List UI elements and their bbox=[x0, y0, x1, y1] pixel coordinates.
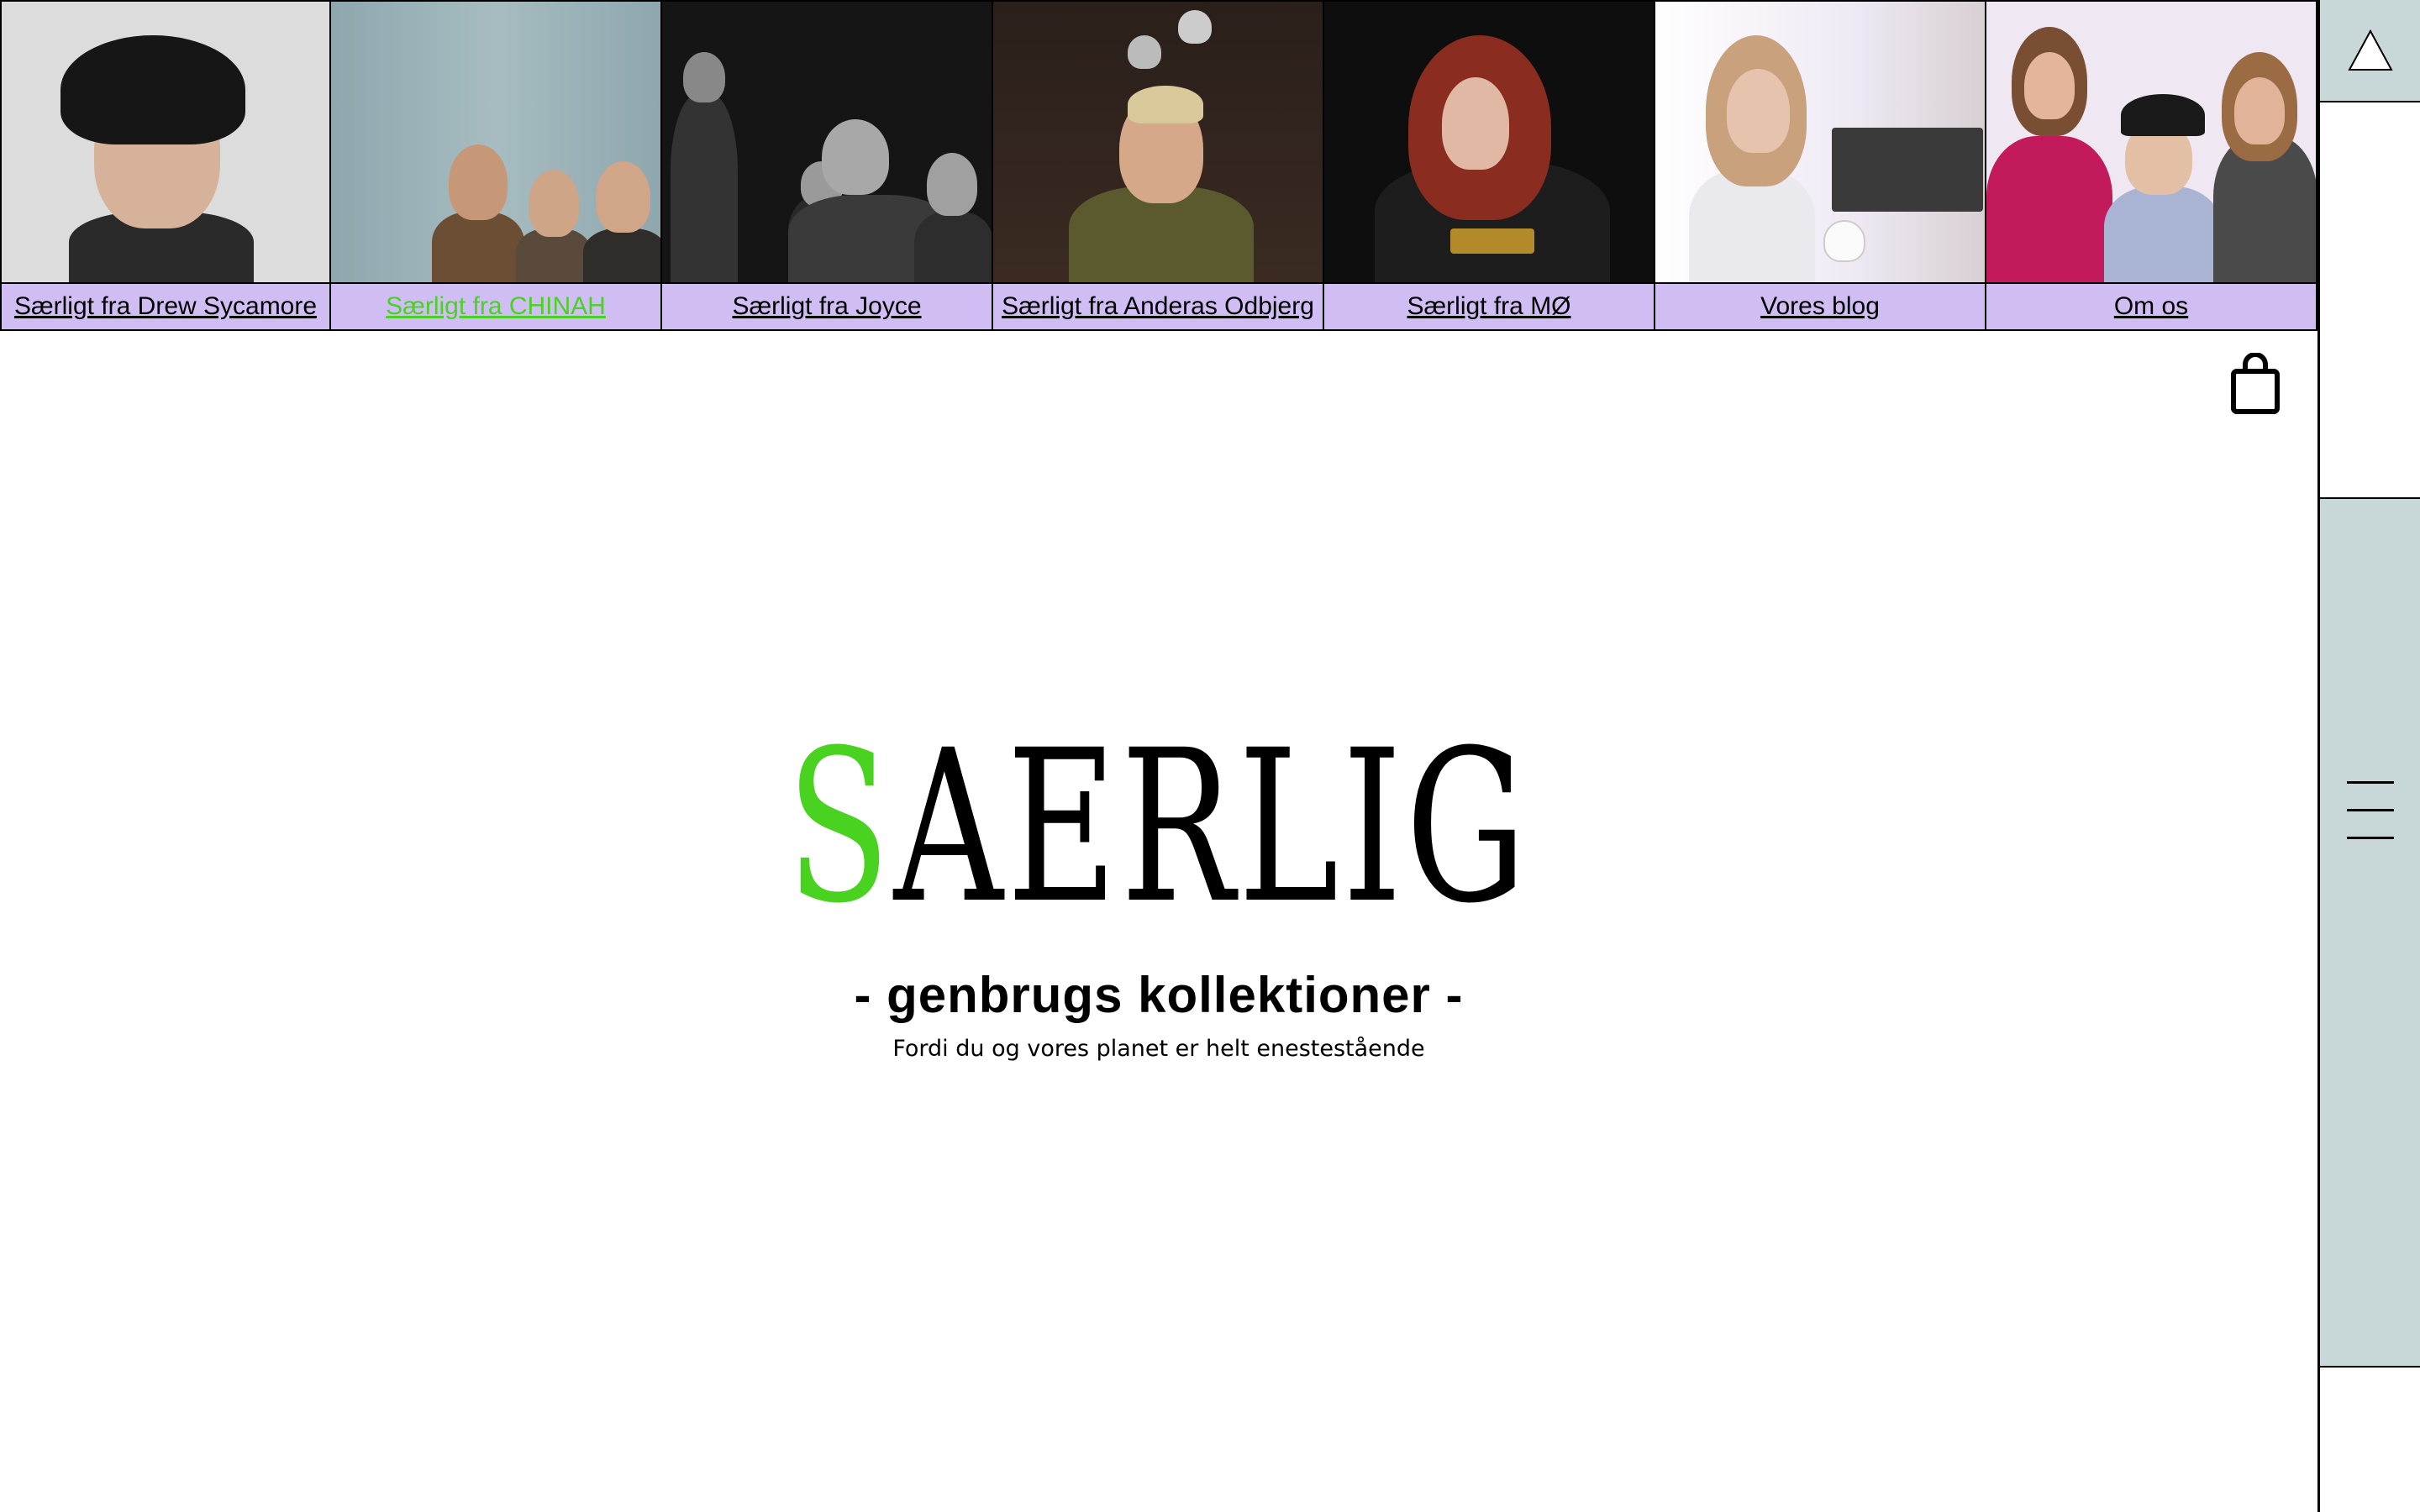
logo-initial: S bbox=[786, 705, 895, 949]
nav-tile-vores-blog[interactable]: Vores blog bbox=[1655, 0, 1986, 331]
nav-label-mo: Særligt fra MØ bbox=[1324, 282, 1654, 329]
nav-tile-chinah[interactable]: Særligt fra CHINAH bbox=[331, 0, 662, 331]
joyce-photo bbox=[662, 2, 992, 282]
anderas-odbjerg-photo bbox=[993, 2, 1323, 282]
shopping-bag-icon bbox=[2231, 352, 2280, 414]
triangle-up-icon bbox=[2347, 29, 2393, 71]
vores-blog-photo bbox=[1655, 2, 1985, 282]
right-rail bbox=[2317, 0, 2420, 1512]
nav-label-vores-blog: Vores blog bbox=[1655, 282, 1985, 329]
hero-subtitle: Fordi du og vores planet er helt enestes… bbox=[892, 1036, 1425, 1062]
saerlig-logo: SAERLIG bbox=[787, 722, 1531, 932]
shopping-bag-button[interactable] bbox=[2228, 352, 2282, 417]
hamburger-menu-icon[interactable] bbox=[2347, 781, 2394, 840]
scroll-to-top-button[interactable] bbox=[2320, 0, 2420, 102]
drew-sycamore-photo bbox=[2, 2, 329, 282]
mo-photo bbox=[1324, 2, 1654, 282]
chinah-photo bbox=[331, 2, 660, 282]
nav-label-drew-sycamore: Særligt fra Drew Sycamore bbox=[2, 282, 329, 329]
nav-tile-drew-sycamore[interactable]: Særligt fra Drew Sycamore bbox=[0, 0, 331, 331]
nav-tile-joyce[interactable]: Særligt fra Joyce bbox=[662, 0, 993, 331]
hero-tagline: - genbrugs kollektioner - bbox=[854, 967, 1464, 1023]
logo-rest: AERLIG bbox=[894, 705, 1531, 949]
hero-section: SAERLIG - genbrugs kollektioner - Fordi … bbox=[0, 722, 2317, 1063]
menu-panel bbox=[2320, 497, 2420, 1368]
artist-nav-strip: Særligt fra Drew Sycamore Særligt fra CH… bbox=[0, 0, 2317, 331]
nav-tile-anderas-odbjerg[interactable]: Særligt fra Anderas Odbjerg bbox=[993, 0, 1324, 331]
nav-label-joyce: Særligt fra Joyce bbox=[662, 282, 992, 329]
nav-label-anderas-odbjerg: Særligt fra Anderas Odbjerg bbox=[993, 282, 1323, 329]
nav-tile-mo[interactable]: Særligt fra MØ bbox=[1324, 0, 1655, 331]
om-os-photo bbox=[1986, 2, 2316, 282]
nav-label-chinah: Særligt fra CHINAH bbox=[331, 282, 660, 329]
nav-tile-om-os[interactable]: Om os bbox=[1986, 0, 2317, 331]
nav-label-om-os: Om os bbox=[1986, 282, 2316, 329]
